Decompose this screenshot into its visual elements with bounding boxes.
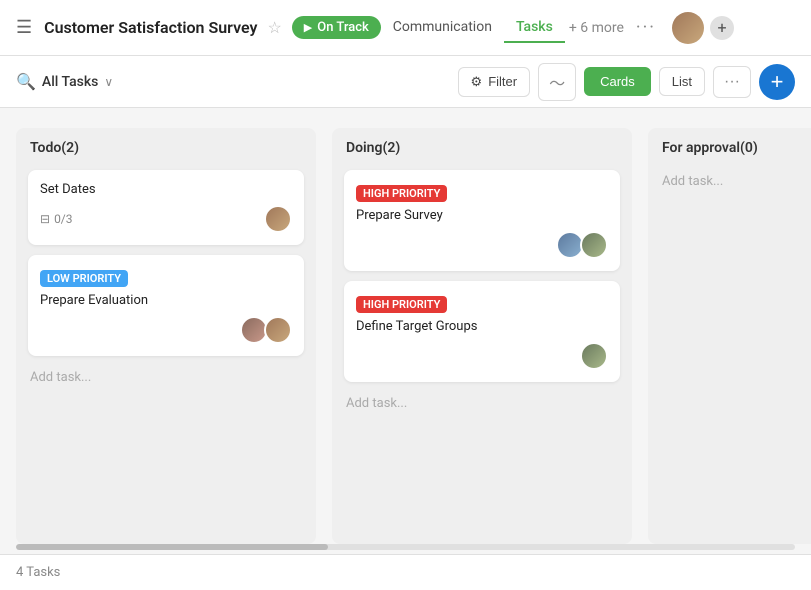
card-avatars [240,316,292,344]
avatar [264,316,292,344]
nav-dots-icon[interactable]: ··· [628,13,664,42]
card-title: Define Target Groups [356,319,608,334]
tab-communication[interactable]: Communication [381,13,504,43]
subtask-icon: ⊟ [40,212,50,226]
add-user-button[interactable]: + [710,16,734,40]
user-avatar-area: + [672,12,734,44]
avatar [264,205,292,233]
card-prepare-survey[interactable]: HIGH PRIORITY Prepare Survey [344,170,620,271]
all-tasks-label: All Tasks [42,74,98,90]
tab-more[interactable]: + 6 more [565,14,628,42]
card-avatars [264,205,292,233]
add-task-button[interactable]: + [759,64,795,100]
avatar [580,231,608,259]
card-title: Prepare Evaluation [40,293,292,308]
activity-button[interactable]: 〜 [538,63,576,101]
top-navigation: ☰ Customer Satisfaction Survey ☆ ▶ On Tr… [0,0,811,56]
toolbar-more-button[interactable]: ··· [713,66,751,98]
column-todo: Todo(2) Set Dates ⊟ 0/3 LOW PRIORITY Pre… [16,128,316,544]
avatar [580,342,608,370]
filter-label: Filter [488,74,517,89]
horizontal-scrollbar[interactable] [16,544,795,550]
toolbar: 🔍 All Tasks ∨ ⚙ Filter 〜 Cards List ··· … [0,56,811,108]
column-todo-header: Todo(2) [28,140,304,160]
card-set-dates[interactable]: Set Dates ⊟ 0/3 [28,170,304,245]
card-avatars [580,342,608,370]
kanban-board: Todo(2) Set Dates ⊟ 0/3 LOW PRIORITY Pre… [0,108,811,544]
footer-bar: 4 Tasks [0,554,811,590]
play-icon: ▶ [304,21,312,34]
card-footer [40,316,292,344]
priority-badge: HIGH PRIORITY [356,185,447,202]
card-footer [356,342,608,370]
add-task-link[interactable]: Add task... [28,366,304,389]
tab-tasks[interactable]: Tasks [504,13,565,43]
column-doing-header: Doing(2) [344,140,620,160]
column-doing: Doing(2) HIGH PRIORITY Prepare Survey HI… [332,128,632,544]
user-avatar[interactable] [672,12,704,44]
add-task-link[interactable]: Add task... [660,170,811,193]
priority-badge: LOW PRIORITY [40,270,128,287]
subtask-count: 0/3 [54,212,72,226]
nav-tabs-container: Communication Tasks + 6 more ··· + [381,12,734,44]
card-footer: ⊟ 0/3 [40,205,292,233]
card-avatars [556,231,608,259]
card-title: Prepare Survey [356,208,608,223]
hamburger-icon[interactable]: ☰ [16,17,32,38]
status-badge[interactable]: ▶ On Track [292,16,381,39]
column-for-approval-header: For approval(0) [660,140,811,160]
card-prepare-evaluation[interactable]: LOW PRIORITY Prepare Evaluation [28,255,304,356]
subtask-info: ⊟ 0/3 [40,212,73,226]
search-icon: 🔍 [16,72,36,91]
task-count-label: 4 Tasks [16,565,60,580]
project-title: Customer Satisfaction Survey [44,18,257,37]
task-filter-dropdown[interactable]: 🔍 All Tasks ∨ [16,72,113,91]
list-view-button[interactable]: List [659,67,705,96]
activity-icon: 〜 [549,70,565,94]
status-label: On Track [317,20,369,35]
priority-badge: HIGH PRIORITY [356,296,447,313]
filter-icon: ⚙ [471,74,483,90]
chevron-down-icon: ∨ [104,75,113,89]
star-icon[interactable]: ☆ [267,18,281,37]
filter-button[interactable]: ⚙ Filter [458,67,531,97]
card-title: Set Dates [40,182,292,197]
scrollbar-thumb[interactable] [16,544,328,550]
cards-view-button[interactable]: Cards [584,67,651,96]
column-for-approval: For approval(0) Add task... [648,128,811,544]
card-footer [356,231,608,259]
add-task-link[interactable]: Add task... [344,392,620,415]
card-define-target-groups[interactable]: HIGH PRIORITY Define Target Groups [344,281,620,382]
